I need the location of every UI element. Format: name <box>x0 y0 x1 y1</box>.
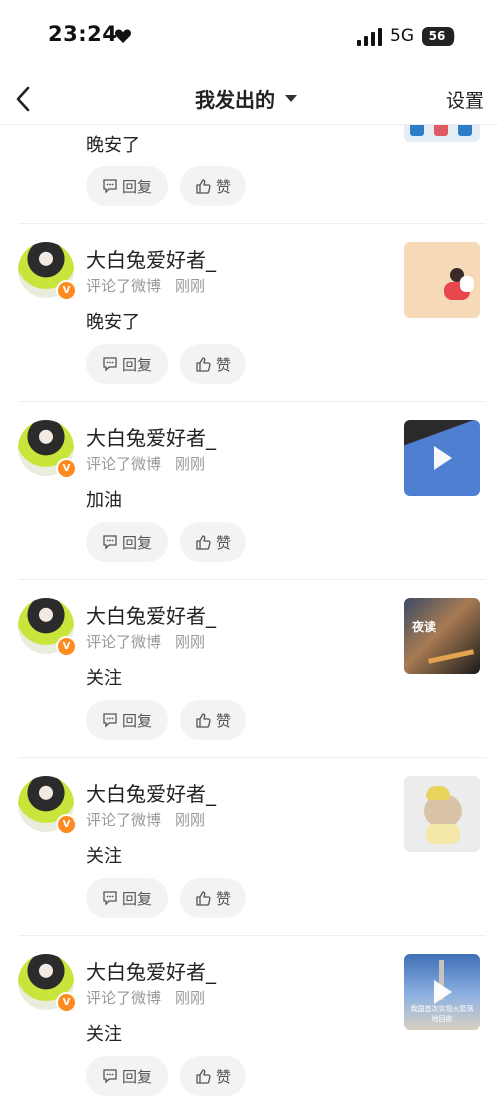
like-label: 赞 <box>215 711 231 730</box>
comment-icon <box>103 713 117 728</box>
action-text: 评论了微博 <box>86 633 162 651</box>
caret-down-icon <box>285 95 297 102</box>
verified-badge-icon: V <box>56 636 77 657</box>
page-title: 我发出的 <box>195 88 275 112</box>
like-label: 赞 <box>215 1067 231 1086</box>
username[interactable]: 大白兔爱好者_ <box>86 244 216 273</box>
timestamp: 刚刚 <box>175 811 206 829</box>
action-text: 评论了微博 <box>86 811 162 829</box>
comment-text: 关注 <box>86 668 122 689</box>
comment-text: 晚安了 <box>86 312 140 333</box>
thumbs-up-icon <box>196 890 211 906</box>
heart-icon <box>115 29 131 43</box>
post-thumbnail[interactable]: 我国首次实现火箭落地回收 <box>404 954 480 1030</box>
timestamp: 刚刚 <box>175 633 206 651</box>
verified-badge-icon: V <box>56 814 77 835</box>
post-thumbnail[interactable] <box>404 776 480 852</box>
reply-button[interactable]: 回复 <box>86 1056 168 1096</box>
like-label: 赞 <box>215 533 231 552</box>
divider <box>18 935 486 936</box>
username[interactable]: 大白兔爱好者_ <box>86 600 216 629</box>
like-label: 赞 <box>215 889 231 908</box>
post-thumbnail[interactable]: 夜读 <box>404 598 480 674</box>
comment-text: 关注 <box>86 1024 122 1045</box>
comment-text: 晚安了 <box>86 135 140 156</box>
reply-label: 回复 <box>121 1067 152 1086</box>
username[interactable]: 大白兔爱好者_ <box>86 956 216 985</box>
comment-meta: 评论了微博 刚刚 <box>86 275 205 296</box>
reply-label: 回复 <box>121 355 152 374</box>
signal-icon <box>357 28 382 46</box>
thumbs-up-icon <box>196 178 211 194</box>
comment-text: 关注 <box>86 846 122 867</box>
post-thumbnail[interactable] <box>404 420 480 496</box>
reply-label: 回复 <box>121 533 152 552</box>
thumbnail-text: 我国首次实现火箭落地回收 <box>410 1005 474 1023</box>
like-button[interactable]: 赞 <box>180 878 246 918</box>
comment-icon <box>103 891 117 906</box>
verified-badge-icon: V <box>56 458 77 479</box>
play-icon <box>434 980 452 1004</box>
reply-label: 回复 <box>121 889 152 908</box>
verified-badge-icon: V <box>56 992 77 1013</box>
avatar[interactable]: V <box>18 954 77 1013</box>
play-icon <box>434 446 452 470</box>
comment-icon <box>103 357 117 372</box>
username[interactable]: 大白兔爱好者_ <box>86 778 216 807</box>
reply-label: 回复 <box>121 711 152 730</box>
thumbs-up-icon <box>196 534 211 550</box>
like-label: 赞 <box>215 355 231 374</box>
nav-bar: 我发出的 设置 <box>0 74 498 125</box>
divider <box>18 223 486 224</box>
like-button[interactable]: 赞 <box>180 166 246 206</box>
like-button[interactable]: 赞 <box>180 1056 246 1096</box>
thumbnail-text: 夜读 <box>412 620 437 634</box>
status-bar: 23:24 5G 56 <box>0 0 498 74</box>
settings-button[interactable]: 设置 <box>446 86 484 113</box>
comment-icon <box>103 179 117 194</box>
divider <box>18 757 486 758</box>
network-label: 5G <box>390 26 414 46</box>
like-button[interactable]: 赞 <box>180 522 246 562</box>
post-thumbnail[interactable] <box>404 242 480 318</box>
username[interactable]: 大白兔爱好者_ <box>86 422 216 451</box>
avatar[interactable]: V <box>18 776 77 835</box>
timestamp: 刚刚 <box>175 277 206 295</box>
thumbs-up-icon <box>196 712 211 728</box>
divider <box>18 579 486 580</box>
reply-button[interactable]: 回复 <box>86 878 168 918</box>
like-label: 赞 <box>215 177 231 196</box>
avatar[interactable]: V <box>18 242 77 301</box>
action-text: 评论了微博 <box>86 989 162 1007</box>
avatar[interactable]: V <box>18 420 77 479</box>
comment-text: 加油 <box>86 490 122 511</box>
reply-button[interactable]: 回复 <box>86 344 168 384</box>
comment-meta: 评论了微博 刚刚 <box>86 987 205 1008</box>
like-button[interactable]: 赞 <box>180 700 246 740</box>
comment-list: 晚安了 回复 赞 V 大白兔爱好者_ 评论了微博 刚刚 晚安了 回复 赞 V 大… <box>0 0 498 1096</box>
comment-meta: 评论了微博 刚刚 <box>86 631 205 652</box>
reply-button[interactable]: 回复 <box>86 700 168 740</box>
like-button[interactable]: 赞 <box>180 344 246 384</box>
filter-dropdown[interactable]: 我发出的 <box>195 84 297 113</box>
thumbs-up-icon <box>196 1068 211 1084</box>
comment-icon <box>103 535 117 550</box>
action-text: 评论了微博 <box>86 455 162 473</box>
reply-label: 回复 <box>121 177 152 196</box>
reply-button[interactable]: 回复 <box>86 522 168 562</box>
timestamp: 刚刚 <box>175 455 206 473</box>
battery-level: 56 <box>428 29 446 43</box>
action-text: 评论了微博 <box>86 277 162 295</box>
comment-meta: 评论了微博 刚刚 <box>86 809 205 830</box>
back-icon[interactable] <box>10 82 36 116</box>
divider <box>18 401 486 402</box>
verified-badge-icon: V <box>56 280 77 301</box>
comment-icon <box>103 1069 117 1084</box>
comment-meta: 评论了微博 刚刚 <box>86 453 205 474</box>
timestamp: 刚刚 <box>175 989 206 1007</box>
clock: 23:24 <box>48 22 118 46</box>
thumbs-up-icon <box>196 356 211 372</box>
avatar[interactable]: V <box>18 598 77 657</box>
reply-button[interactable]: 回复 <box>86 166 168 206</box>
